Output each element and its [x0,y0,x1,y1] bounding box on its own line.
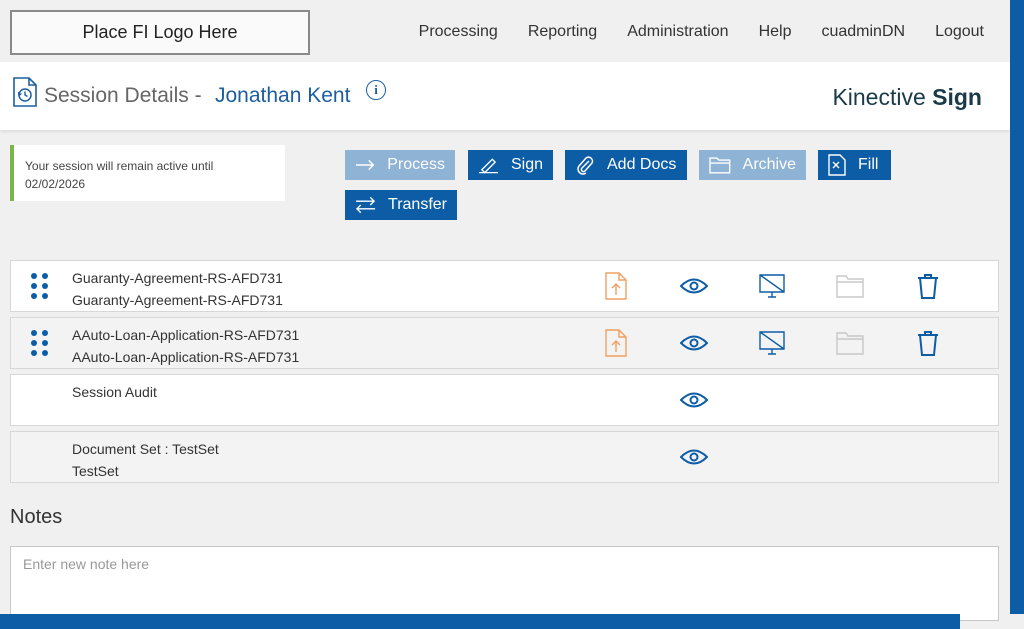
brand-name: Kinective [832,84,926,110]
view-eye-icon[interactable] [679,328,709,358]
document-name: Guaranty-Agreement-RS-AFD731 Guaranty-Ag… [72,267,283,311]
view-eye-icon[interactable] [679,385,709,415]
document-subtitle: AAuto-Loan-Application-RS-AFD731 [72,349,300,365]
session-history-icon [13,77,37,107]
new-note-input[interactable] [10,546,999,621]
archive-folder-icon[interactable] [835,328,865,358]
session-expiry-notice: Your session will remain active until 02… [10,145,285,201]
nav-processing[interactable]: Processing [419,23,498,41]
no-display-icon[interactable] [757,328,787,358]
view-eye-icon[interactable] [679,271,709,301]
document-name: Session Audit [72,381,157,403]
archive-folder-icon[interactable] [835,271,865,301]
transfer-icon [355,196,376,214]
delete-trash-icon[interactable] [913,328,943,358]
nav-user[interactable]: cuadminDN [821,23,905,41]
folder-icon [709,157,731,174]
session-audit-row: Session Audit [10,374,999,426]
info-icon[interactable]: i [366,80,386,100]
session-expiry-date: 02/02/2026 [25,177,86,191]
document-row: AAuto-Loan-Application-RS-AFD731 AAuto-L… [10,317,999,369]
document-name: Document Set : TestSet TestSet [72,438,219,482]
nav-logout[interactable]: Logout [935,23,984,41]
fill-button[interactable]: Fill [818,150,891,180]
fill-document-icon [828,154,846,176]
nav-help[interactable]: Help [759,23,792,41]
bottom-edge-bar [0,614,960,629]
transfer-button[interactable]: Transfer [345,190,457,220]
right-edge-bar [1010,0,1024,614]
session-header: Session Details - Jonathan Kent i Kinect… [0,62,1010,130]
session-notice-text: Your session will remain active until [25,159,214,173]
document-title: Document Set : TestSet [72,441,219,457]
add-docs-button[interactable]: Add Docs [565,150,687,180]
archive-label: Archive [742,156,796,173]
sign-button[interactable]: Sign [468,150,553,180]
drag-handle-icon[interactable] [31,330,51,358]
sign-label: Sign [510,156,543,173]
upload-document-icon[interactable] [601,328,631,358]
add-docs-label: Add Docs [607,156,677,173]
document-title: AAuto-Loan-Application-RS-AFD731 [72,327,300,343]
nav-reporting[interactable]: Reporting [528,23,597,41]
brand-name-bold: Sign [932,84,982,110]
upload-document-icon[interactable] [601,271,631,301]
transfer-label: Transfer [388,196,447,213]
brand-logo: Kinective Sign [832,84,982,111]
logo-text: Place FI Logo Here [82,22,238,42]
fi-logo-placeholder: Place FI Logo Here [10,10,310,55]
process-label: Process [387,156,445,173]
document-title: Guaranty-Agreement-RS-AFD731 [72,270,283,286]
no-display-icon[interactable] [757,271,787,301]
delete-trash-icon[interactable] [913,271,943,301]
arrow-right-icon [355,159,375,171]
document-name: AAuto-Loan-Application-RS-AFD731 AAuto-L… [72,324,299,368]
archive-button[interactable]: Archive [699,150,806,180]
document-subtitle: Guaranty-Agreement-RS-AFD731 [72,292,283,308]
nav-administration[interactable]: Administration [627,23,728,41]
page-title: Session Details - [44,84,202,107]
notes-heading: Notes [10,506,63,528]
fill-label: Fill [858,156,879,173]
pen-icon [478,158,499,174]
document-subtitle: TestSet [72,463,119,479]
customer-name: Jonathan Kent [215,84,351,107]
view-eye-icon[interactable] [679,442,709,472]
drag-handle-icon[interactable] [31,273,51,301]
document-title: Session Audit [72,384,157,400]
process-button[interactable]: Process [345,150,455,180]
nav-menu: Processing Reporting Administration Help… [389,23,984,41]
document-set-row: Document Set : TestSet TestSet [10,431,999,483]
document-row: Guaranty-Agreement-RS-AFD731 Guaranty-Ag… [10,260,999,312]
top-navigation: Place FI Logo Here Processing Reporting … [0,0,1010,62]
paperclip-icon [577,156,594,175]
